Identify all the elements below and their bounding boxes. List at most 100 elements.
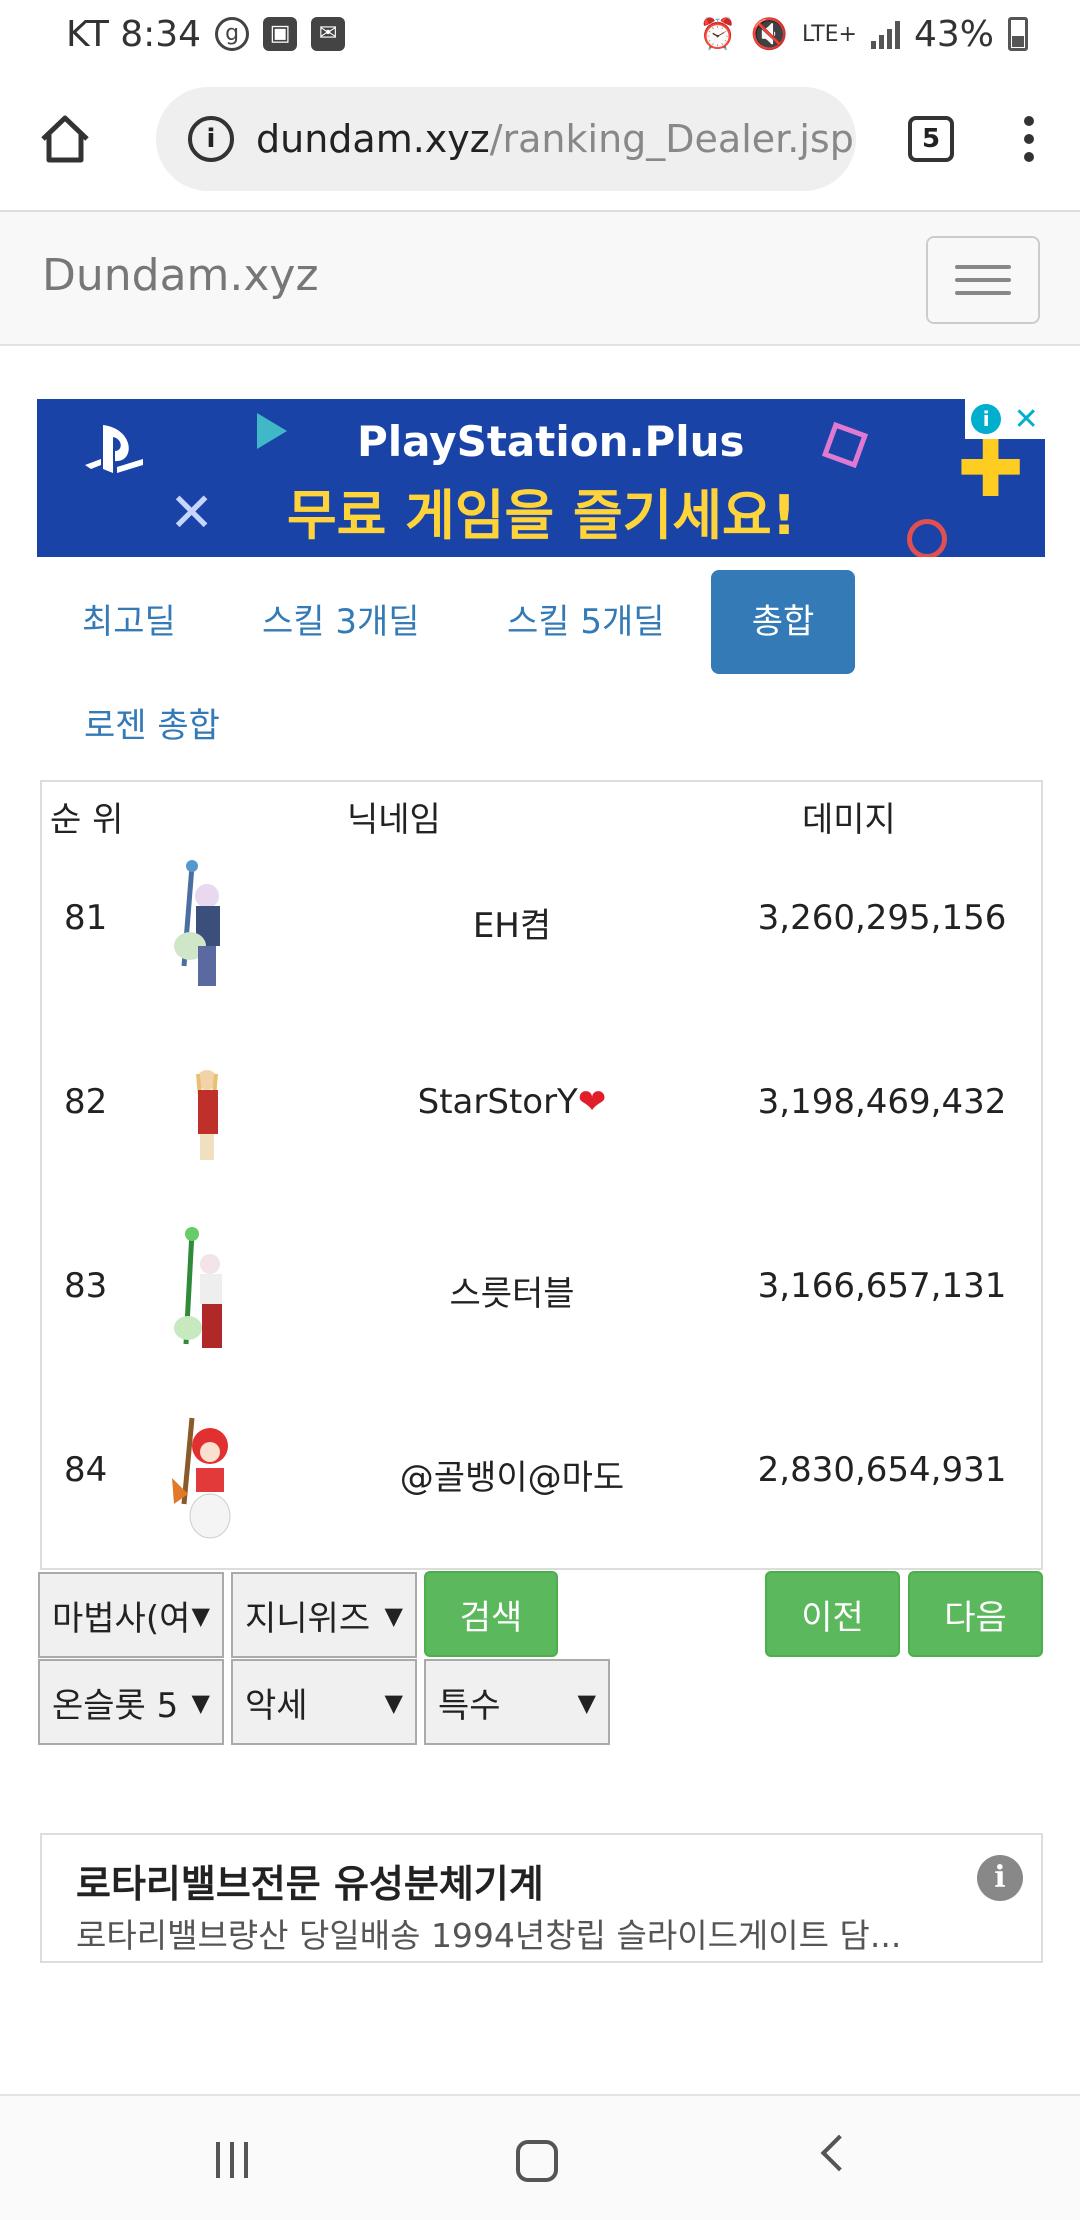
character-avatar [174, 1227, 222, 1348]
rank-cell: 81 [64, 898, 108, 938]
status-left: KT 8:34 g ▣ ✉ [66, 13, 346, 55]
carrier-time: KT 8:34 [66, 13, 202, 55]
lte-indicator: LTE+ [801, 21, 857, 47]
battery-percent: 43% [913, 13, 994, 55]
nickname-cell: @골뱅이@마도 [399, 1458, 625, 1498]
heart-icon: ❤ [577, 1082, 607, 1122]
ad-close-icon[interactable]: ✕ [1014, 402, 1039, 437]
ad-title: PlayStation.Plus [357, 417, 745, 466]
android-navigation-bar [0, 2094, 1080, 2220]
text-ad[interactable]: 로타리밸브전문 유성분체기계 로타리밸브량산 당일배송 1994년창립 슬라이드… [40, 1833, 1043, 1963]
option-select[interactable]: 악세 ▼ [231, 1659, 417, 1745]
signal-icon [870, 19, 900, 49]
plus-logo-icon: ✚ [957, 422, 1025, 515]
gallery-notification-icon: ▣ [263, 17, 298, 51]
browser-menu-button[interactable] [1024, 116, 1034, 162]
dropdown-arrow-icon: ▼ [577, 1689, 596, 1717]
tab-best-deal[interactable]: 최고딜 [72, 570, 186, 674]
tab-skill-3[interactable]: 스킬 3개딜 [252, 570, 430, 674]
job-select-value: 지니위즈 [245, 1598, 371, 1639]
dropdown-arrow-icon: ▼ [191, 1602, 210, 1630]
home-icon [41, 115, 89, 163]
recent-apps-icon [216, 2142, 220, 2178]
set-select[interactable]: 온슬롯 5 ▼ [38, 1659, 224, 1745]
triangle-shape-icon [257, 413, 287, 449]
site-brand[interactable]: Dundam.xyz [42, 250, 319, 301]
hamburger-line-icon [955, 278, 1011, 282]
text-ad-description[interactable]: 로타리밸브량산 당일배송 1994년창립 슬라이드게이트 담... [76, 1909, 901, 1957]
site-info-icon[interactable]: i [188, 116, 234, 162]
ad-subtitle: 무료 게임을 즐기세요! [287, 484, 797, 547]
menu-dot-icon [1024, 152, 1034, 162]
damage-cell: 3,166,657,131 [757, 1266, 1007, 1306]
rank-cell: 83 [64, 1266, 108, 1306]
nickname-cell: StarStorY❤ [342, 1082, 682, 1122]
menu-dot-icon [1024, 134, 1034, 144]
recent-apps-icon [244, 2142, 248, 2178]
next-page-button[interactable]: 다음 [908, 1571, 1043, 1657]
nickname-text: StarStorY [417, 1082, 578, 1122]
recent-apps-button[interactable] [216, 2142, 248, 2178]
battery-icon [1008, 17, 1028, 51]
app-notification-icon: g [215, 17, 250, 51]
dropdown-arrow-icon: ▼ [384, 1689, 403, 1717]
damage-cell: 2,830,654,931 [757, 1450, 1007, 1490]
mail-notification-icon: ✉ [311, 17, 346, 51]
rank-cell: 82 [64, 1082, 108, 1122]
playstation-logo-icon [77, 421, 153, 481]
class-select-value: 마법사(여 [52, 1598, 191, 1639]
mute-icon: 🔇 [750, 16, 788, 52]
menu-dot-icon [1024, 116, 1034, 126]
table-row[interactable]: 83 스릇터블 3,166,657,131 [42, 1202, 1042, 1386]
prev-page-button[interactable]: 이전 [765, 1571, 900, 1657]
table-row[interactable]: 81 EH켬 3,260,295,156 [42, 834, 1042, 1018]
option-select-value: 악세 [245, 1685, 308, 1726]
ad-info-icon[interactable]: i [971, 404, 1002, 434]
set-select-value: 온슬롯 5 [52, 1685, 179, 1726]
cross-shape-icon: ✕ [169, 481, 215, 544]
job-select[interactable]: 지니위즈 ▼ [231, 1572, 417, 1658]
site-navbar: Dundam.xyz [0, 210, 1080, 346]
tab-skill-5[interactable]: 스킬 5개딜 [497, 570, 675, 674]
status-right: ⏰ 🔇 LTE+ 43% [699, 14, 1028, 55]
tab-switcher-button[interactable]: 5 [908, 116, 954, 162]
class-select[interactable]: 마법사(여 ▼ [38, 1572, 224, 1658]
nickname-cell: EH켬 [472, 906, 552, 946]
nickname-cell: 스릇터블 [449, 1274, 575, 1314]
url-path: /ranking_Dealer.jsp [489, 117, 854, 161]
hamburger-menu-button[interactable] [926, 236, 1040, 324]
status-bar: KT 8:34 g ▣ ✉ ⏰ 🔇 LTE+ 43% [0, 0, 1080, 68]
dropdown-arrow-icon: ▼ [191, 1689, 210, 1717]
type-select[interactable]: 특수 ▼ [424, 1659, 610, 1745]
ranking-table: 순 위 닉네임 데미지 81 EH켬 3,260,295,156 82 Star… [40, 780, 1043, 1570]
character-avatar [172, 1417, 231, 1539]
rank-cell: 84 [64, 1450, 108, 1490]
text-ad-title[interactable]: 로타리밸브전문 유성분체기계 [76, 1853, 544, 1908]
circle-shape-icon [907, 519, 947, 557]
damage-cell: 3,198,469,432 [757, 1082, 1007, 1122]
url-host: dundam.xyz [256, 117, 490, 161]
back-nav-button[interactable] [820, 2134, 858, 2172]
dropdown-arrow-icon: ▼ [384, 1602, 403, 1630]
browser-toolbar: i dundam.xyz/ranking_Dealer.jsp 5 [0, 68, 1080, 210]
square-shape-icon [821, 421, 869, 469]
table-row[interactable]: 84 @골뱅이@마도 2,830,654,931 [42, 1386, 1042, 1570]
ad-banner[interactable]: ✕ ✚ PlayStation.Plus 무료 게임을 즐기세요! i ✕ [37, 399, 1045, 557]
tab-rosen-total[interactable]: 로젠 총합 [74, 674, 230, 778]
recent-apps-icon [230, 2142, 234, 2178]
search-button[interactable]: 검색 [424, 1571, 558, 1657]
home-button[interactable] [30, 104, 100, 174]
character-avatar [174, 860, 220, 986]
table-row[interactable]: 82 StarStorY❤ 3,198,469,432 [42, 1018, 1042, 1202]
hamburger-line-icon [955, 291, 1011, 295]
character-avatar [196, 1070, 218, 1160]
hamburger-line-icon [955, 265, 1011, 269]
ad-info-icon[interactable]: i [977, 1855, 1023, 1901]
ad-choices-badge[interactable]: i ✕ [965, 399, 1045, 439]
tab-total[interactable]: 총합 [711, 570, 855, 674]
address-bar[interactable]: i dundam.xyz/ranking_Dealer.jsp [156, 87, 856, 191]
damage-cell: 3,260,295,156 [757, 898, 1007, 938]
alarm-icon: ⏰ [699, 16, 737, 52]
type-select-value: 특수 [438, 1685, 501, 1726]
home-nav-button[interactable] [516, 2140, 558, 2182]
